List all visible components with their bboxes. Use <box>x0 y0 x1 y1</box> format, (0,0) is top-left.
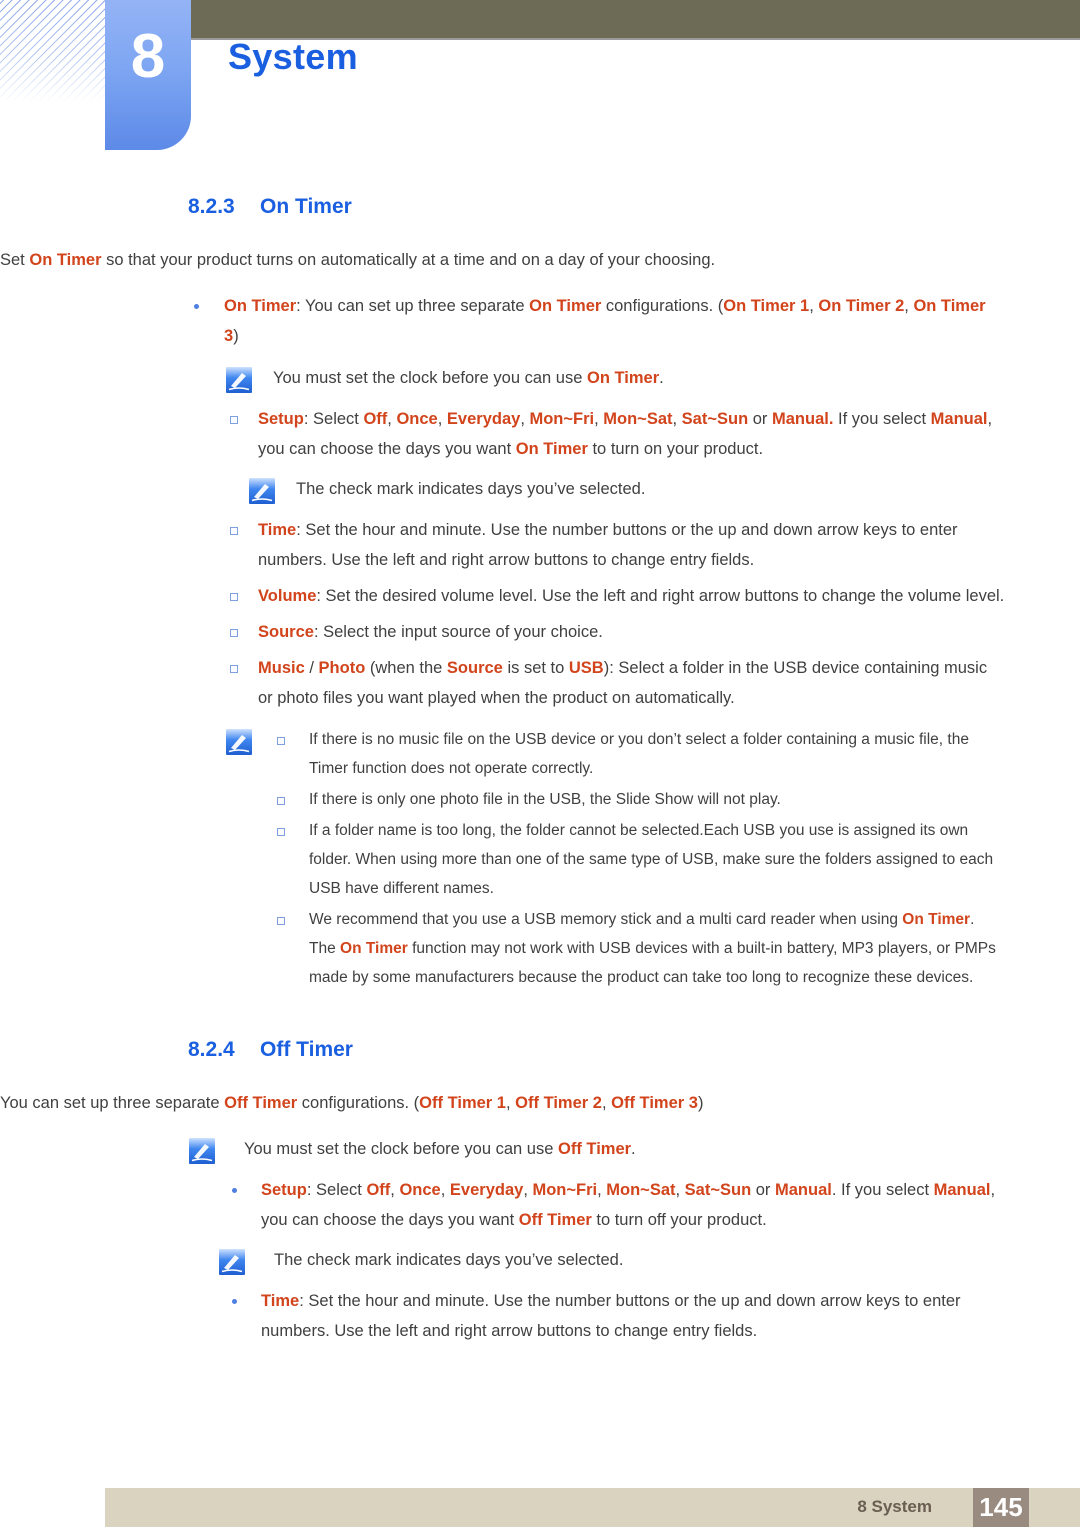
bullet-square-icon <box>253 725 309 745</box>
note-pencil-icon <box>248 477 276 505</box>
list-item-time-off-timer: Time: Set the hour and minute. Use the n… <box>228 1286 1006 1346</box>
bullet-square-icon <box>253 905 309 925</box>
chapter-title: System <box>228 36 358 77</box>
bullet-square-icon <box>228 515 258 535</box>
footer-page-number: 145 <box>973 1488 1029 1527</box>
list-item-time-on-timer: Time: Set the hour and minute. Use the n… <box>228 515 1006 575</box>
note-list-item: If there is only one photo file in the U… <box>253 785 1005 814</box>
note-list-item: If a folder name is too long, the folder… <box>253 816 1005 903</box>
list-item-text: On Timer: You can set up three separate … <box>224 297 986 345</box>
bullet-square-icon <box>228 581 258 601</box>
note-text: The check mark indicates days you’ve sel… <box>274 1251 624 1269</box>
bullet-square-icon <box>228 404 258 424</box>
note-block-clock-off-timer: You must set the clock before you can us… <box>188 1134 1003 1165</box>
note-list-item-text: If there is no music file on the USB dev… <box>309 731 969 777</box>
list-item-volume-on-timer: Volume: Set the desired volume level. Us… <box>228 581 1006 611</box>
note-pencil-icon <box>225 366 253 394</box>
note-pencil-icon <box>188 1137 216 1165</box>
note-pencil-icon <box>218 1248 246 1276</box>
list-item-text: Setup: Select Off, Once, Everyday, Mon~F… <box>261 1181 996 1229</box>
list-item-source-on-timer: Source: Select the input source of your … <box>228 617 1006 647</box>
bullet-square-icon <box>228 653 258 673</box>
note-list-item: If there is no music file on the USB dev… <box>253 725 1005 783</box>
bullet-square-icon <box>253 816 309 836</box>
bullet-dot-icon <box>190 291 224 309</box>
note-list-item-text: We recommend that you use a USB memory s… <box>309 911 996 986</box>
note-list-item: We recommend that you use a USB memory s… <box>253 905 1005 992</box>
section-title: Off Timer <box>260 1038 353 1061</box>
note-text: You must set the clock before you can us… <box>244 1140 636 1158</box>
note-block-clock-on-timer: You must set the clock before you can us… <box>225 363 1005 394</box>
list-item-music-photo-on-timer: Music / Photo (when the Source is set to… <box>228 653 1006 713</box>
note-block-check-mark-off-timer: The check mark indicates days you’ve sel… <box>218 1245 1008 1276</box>
off-timer-intro-paragraph: You can set up three separate Off Timer … <box>0 1094 704 1112</box>
list-item-text: Source: Select the input source of your … <box>258 623 603 641</box>
note-list-item-text: If there is only one photo file in the U… <box>309 791 781 808</box>
decorative-hatch-pattern <box>0 0 106 102</box>
note-list-item-text: If a folder name is too long, the folder… <box>309 822 994 897</box>
list-item-setup-off-timer: Setup: Select Off, Once, Everyday, Mon~F… <box>228 1175 1006 1235</box>
page-footer: 8 System 145 <box>105 1488 1080 1527</box>
section-heading-off-timer: 8.2.4 Off Timer <box>188 1038 1080 1062</box>
section-number: 8.2.3 <box>188 195 235 218</box>
bullet-dot-icon <box>228 1286 261 1304</box>
note-text: The check mark indicates days you’ve sel… <box>296 480 646 498</box>
on-timer-intro-paragraph: Set On Timer so that your product turns … <box>0 251 716 269</box>
page-content: 8.2.3 On Timer Set On Timer so that your … <box>0 195 1080 1352</box>
bullet-square-icon <box>228 617 258 637</box>
note-block-usb-notes: If there is no music file on the USB dev… <box>225 725 1005 994</box>
note-sub-list: If there is no music file on the USB dev… <box>253 725 1005 994</box>
note-block-check-mark-on-timer: The check mark indicates days you’ve sel… <box>248 474 1008 505</box>
chapter-number-tab: 8 <box>105 0 191 150</box>
bullet-square-icon <box>253 785 309 805</box>
section-heading-on-timer: 8.2.3 On Timer <box>188 195 1080 219</box>
list-item-on-timer-config: On Timer: You can set up three separate … <box>190 291 1002 351</box>
list-item-text: Setup: Select Off, Once, Everyday, Mon~F… <box>258 410 993 458</box>
note-text: You must set the clock before you can us… <box>273 369 664 387</box>
section-number: 8.2.4 <box>188 1038 235 1061</box>
list-item-text: Volume: Set the desired volume level. Us… <box>258 587 1005 605</box>
list-item-setup-on-timer: Setup: Select Off, Once, Everyday, Mon~F… <box>228 404 1006 464</box>
header-olive-bar <box>190 0 1080 38</box>
section-title: On Timer <box>260 195 352 218</box>
note-pencil-icon <box>225 728 253 756</box>
footer-chapter-label: 8 System <box>857 1497 932 1516</box>
list-item-text: Time: Set the hour and minute. Use the n… <box>258 521 958 569</box>
list-item-text: Time: Set the hour and minute. Use the n… <box>261 1292 961 1340</box>
bullet-dot-icon <box>228 1175 261 1193</box>
list-item-text: Music / Photo (when the Source is set to… <box>258 659 988 707</box>
